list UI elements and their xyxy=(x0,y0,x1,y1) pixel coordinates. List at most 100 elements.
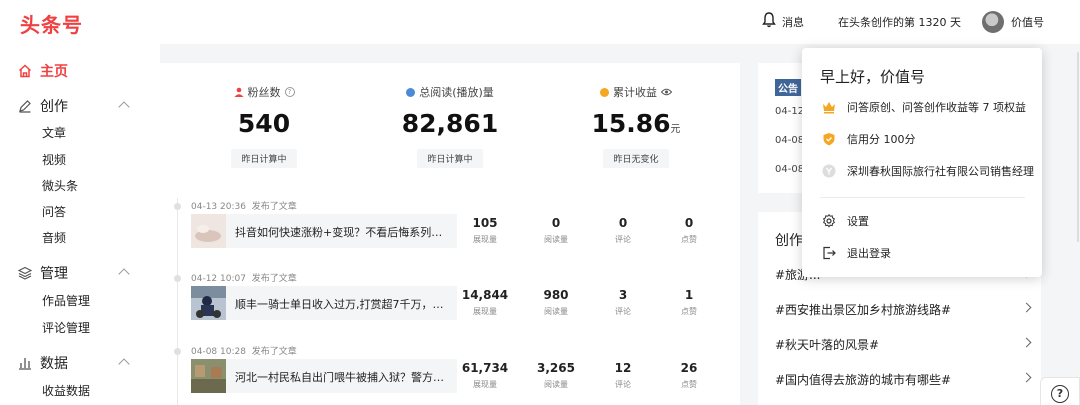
benefits-item[interactable]: 问答原创、问答创作收益等 7 项权益 xyxy=(822,99,1026,115)
metric-likes: 0 点赞 xyxy=(681,216,697,244)
article-link[interactable]: 顺丰一骑士单日收入过万,打赏超7千万，情况... xyxy=(191,286,457,320)
article-meta: 04-08 10:28 发布了文章 xyxy=(191,347,297,357)
top-header: 头条号 消息 在头条创作的第 1320 天 价值号 xyxy=(0,0,1080,44)
logo[interactable]: 头条号 xyxy=(20,9,83,38)
announcement-badge: 公告 xyxy=(775,79,801,96)
stat-label: 粉丝数 xyxy=(247,86,281,99)
logout-icon xyxy=(823,246,836,260)
settings-item[interactable]: 设置 xyxy=(822,213,869,229)
chevron-up-icon[interactable] xyxy=(118,268,130,280)
chevron-up-icon[interactable] xyxy=(118,101,130,113)
help-button[interactable]: ? xyxy=(1040,377,1080,405)
home-icon xyxy=(18,64,32,78)
chevron-right-icon xyxy=(1021,302,1032,313)
dashboard-card: 粉丝数 ? 540 昨日计算中 总阅读(播放)量 82,861 昨日计算中 累计… xyxy=(160,63,740,405)
article-title: 河北一村民私自出门喂牛被捕入狱？警方称其... xyxy=(235,371,451,384)
announcement-date[interactable]: 04-08 xyxy=(775,164,804,175)
username[interactable]: 价值号 xyxy=(1011,14,1044,30)
logout-label: 退出登录 xyxy=(847,247,891,260)
topic-item[interactable]: #秋天叶落的风景# xyxy=(775,336,1032,353)
gear-icon xyxy=(822,214,835,228)
benefits-text: 问答原创、问答创作收益等 7 项权益 xyxy=(847,101,1026,114)
sidebar: 主页 创作 文章 视频 微头条 问答 音频 管理 作品管理 评论管理 数据 收益… xyxy=(0,44,160,405)
sidebar-section-label: 管理 xyxy=(40,266,68,282)
credit-item[interactable]: 信用分 100分 xyxy=(822,131,916,147)
chevron-right-icon xyxy=(1021,337,1032,348)
sidebar-item-label: 主页 xyxy=(40,64,68,80)
article-item: 04-12 10:07 发布了文章 顺丰一骑士单日收入过万,打赏超7千万，情况.… xyxy=(174,271,734,341)
logout-item[interactable]: 退出登录 xyxy=(822,245,891,261)
stat-note: 昨日计算中 xyxy=(417,149,483,168)
verified-icon xyxy=(822,164,836,178)
metric-reads: 980 阅读量 xyxy=(543,288,569,316)
avatar[interactable] xyxy=(982,11,1004,33)
messages-link[interactable]: 消息 xyxy=(782,14,804,30)
article-title: 顺丰一骑士单日收入过万,打赏超7千万，情况... xyxy=(235,298,451,311)
article-link[interactable]: 抖音如何快速涨粉+变现？不看后悔系列，赚... xyxy=(191,214,457,248)
article-thumbnail xyxy=(191,359,226,393)
stat-note: 昨日无变化 xyxy=(603,149,669,168)
eye-icon[interactable] xyxy=(661,88,672,96)
sidebar-section-manage[interactable]: 管理 xyxy=(18,263,68,283)
sidebar-item-micro[interactable]: 微头条 xyxy=(42,177,78,194)
article-link[interactable]: 河北一村民私自出门喂牛被捕入狱？警方称其... xyxy=(191,359,457,393)
question-icon[interactable]: ? xyxy=(284,87,295,97)
sidebar-section-label: 创作 xyxy=(40,99,68,115)
metric-comments: 3 评论 xyxy=(615,288,631,316)
metric-comments: 12 评论 xyxy=(614,361,632,389)
metric-views: 14,844 展现量 xyxy=(461,288,509,316)
stat-label: 累计收益 xyxy=(613,86,657,99)
creation-days: 在头条创作的第 1320 天 xyxy=(838,16,961,29)
sidebar-item-video[interactable]: 视频 xyxy=(42,151,66,168)
bar-chart-icon xyxy=(19,358,31,370)
bell-icon[interactable] xyxy=(762,12,776,28)
article-meta: 04-13 20:36 发布了文章 xyxy=(191,202,297,212)
help-icon: ? xyxy=(1051,385,1069,403)
article-item: 04-08 10:28 发布了文章 河北一村民私自出门喂牛被捕入狱？警方称其..… xyxy=(174,344,734,405)
stat-unit: 元 xyxy=(670,124,681,135)
sidebar-item-audio[interactable]: 音频 xyxy=(42,229,66,246)
sidebar-section-data[interactable]: 数据 xyxy=(18,353,68,373)
sidebar-item-works[interactable]: 作品管理 xyxy=(42,292,90,309)
chevron-up-icon[interactable] xyxy=(118,358,130,370)
certification-item[interactable]: 深圳春秋国际旅行社有限公司销售经理 xyxy=(822,163,1034,179)
stat-income[interactable]: 累计收益 15.86元 昨日无变化 xyxy=(556,83,716,168)
coin-icon xyxy=(600,87,609,97)
announcement-date[interactable]: 04-08 xyxy=(775,135,804,146)
person-icon xyxy=(234,87,243,97)
credit-text: 信用分 100分 xyxy=(847,133,916,146)
chevron-right-icon xyxy=(1021,372,1032,383)
metric-reads: 0 阅读量 xyxy=(544,216,568,244)
announcement-date[interactable]: 04-12 xyxy=(775,106,804,117)
scrollbar[interactable] xyxy=(1077,52,1079,242)
sidebar-item-revenue[interactable]: 收益数据 xyxy=(42,382,90,399)
layers-icon xyxy=(18,266,32,280)
shield-icon xyxy=(823,133,835,146)
sidebar-item-qa[interactable]: 问答 xyxy=(42,203,66,220)
certification-text: 深圳春秋国际旅行社有限公司销售经理 xyxy=(847,165,1034,178)
timeline-dot xyxy=(174,203,181,210)
sidebar-item-home[interactable]: 主页 xyxy=(18,61,68,81)
stat-value: 82,861 xyxy=(401,109,499,138)
sidebar-item-comments[interactable]: 评论管理 xyxy=(42,319,90,336)
topic-item[interactable]: #国内值得去旅游的城市有哪些# xyxy=(775,371,1032,388)
reads-icon xyxy=(406,87,416,97)
metric-views: 61,734 展现量 xyxy=(461,361,509,389)
sidebar-section-creation[interactable]: 创作 xyxy=(18,96,68,116)
crown-icon xyxy=(823,102,835,114)
stat-note: 昨日计算中 xyxy=(231,149,297,168)
sidebar-item-article[interactable]: 文章 xyxy=(42,124,66,141)
sidebar-section-label: 数据 xyxy=(40,356,68,372)
topics-title: 创作 xyxy=(775,233,803,249)
stat-fans[interactable]: 粉丝数 ? 540 昨日计算中 xyxy=(184,83,344,168)
stat-reads[interactable]: 总阅读(播放)量 82,861 昨日计算中 xyxy=(370,83,530,168)
metric-views: 105 展现量 xyxy=(472,216,498,244)
article-thumbnail xyxy=(191,286,226,320)
topic-item[interactable]: #西安推出景区加乡村旅游线路# xyxy=(775,301,1032,318)
greeting: 早上好，价值号 xyxy=(820,68,926,86)
settings-label: 设置 xyxy=(847,215,869,228)
divider xyxy=(820,197,1025,198)
metric-comments: 0 评论 xyxy=(615,216,631,244)
article-title: 抖音如何快速涨粉+变现？不看后悔系列，赚... xyxy=(235,226,451,239)
metric-reads: 3,265 阅读量 xyxy=(537,361,575,389)
